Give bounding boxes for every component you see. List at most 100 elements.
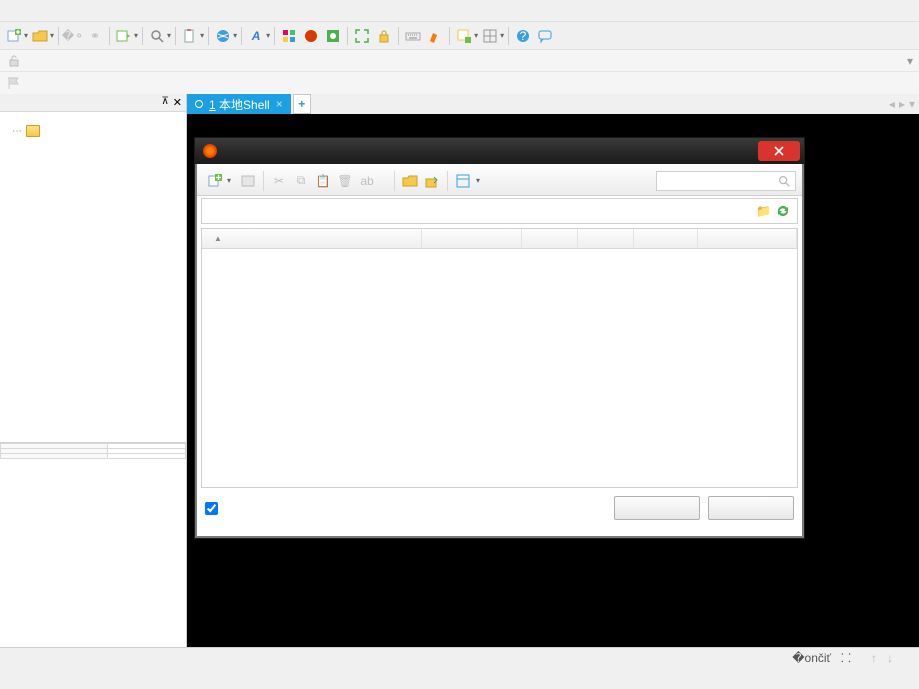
session-manager-panel: ⊼ ✕ ⋯: [0, 94, 187, 647]
panel-header: ⊼ ✕: [0, 94, 186, 112]
status-size: �ončiť: [792, 651, 831, 665]
app-icon: [203, 144, 217, 158]
layout-icon[interactable]: [480, 26, 500, 46]
sessions-dialog: ▾ ✂ ⧉ 📋 🗑 ab ▾ 📁 ▲: [194, 137, 805, 539]
new-button[interactable]: ▾: [203, 171, 235, 191]
tab-local-shell[interactable]: 1 本地Shell ×: [187, 94, 291, 114]
dialog-footer: [195, 488, 804, 528]
tip-bar: [0, 72, 919, 94]
menu-help[interactable]: [100, 9, 116, 13]
close-button[interactable]: [708, 496, 794, 520]
tree-expand-icon[interactable]: ⋯: [12, 126, 22, 137]
col-host[interactable]: [422, 229, 522, 248]
prop-row: [1, 454, 186, 459]
chat-icon[interactable]: [535, 26, 555, 46]
menu-tools[interactable]: [52, 9, 68, 13]
copy-icon: ⧉: [292, 172, 310, 190]
flag-icon: [6, 75, 22, 91]
tab-strip: 1 本地Shell × + ◂ ▸ ▾: [187, 94, 919, 114]
link2-icon[interactable]: ⚭: [85, 26, 105, 46]
dialog-toolbar: ▾ ✂ ⧉ 📋 🗑 ab ▾: [197, 166, 802, 196]
add-pane-icon[interactable]: [454, 26, 474, 46]
palette-icon[interactable]: [279, 26, 299, 46]
rename-icon: ab: [358, 172, 376, 190]
globe-icon[interactable]: [213, 26, 233, 46]
menu-window[interactable]: [84, 9, 100, 13]
tab-prev-icon[interactable]: ◂: [889, 97, 895, 111]
dropdown-icon[interactable]: ▾: [474, 31, 478, 40]
prop-val: [108, 454, 186, 459]
dialog-search-input[interactable]: [656, 171, 796, 191]
dialog-path-bar[interactable]: 📁: [201, 198, 798, 224]
refresh-icon[interactable]: [775, 203, 791, 219]
open-icon[interactable]: [30, 26, 50, 46]
col-name[interactable]: ▲: [202, 229, 422, 248]
keyboard-icon[interactable]: [403, 26, 423, 46]
menu-view[interactable]: [36, 9, 52, 13]
menu-edit[interactable]: [20, 9, 36, 13]
col-protocol[interactable]: [578, 229, 634, 248]
close-icon[interactable]: ✕: [173, 96, 182, 109]
show-on-start-checkbox[interactable]: [205, 502, 222, 515]
paste-icon[interactable]: [180, 26, 200, 46]
dropdown-icon[interactable]: ▾: [134, 31, 138, 40]
lock-icon[interactable]: [374, 26, 394, 46]
down-arrow-icon[interactable]: ↓: [887, 651, 893, 665]
menu-bar: [0, 0, 919, 22]
menu-tabs[interactable]: [68, 9, 84, 13]
status-pos: ⸬: [841, 649, 851, 666]
session-tree[interactable]: ⋯: [0, 112, 186, 442]
view-mode-icon[interactable]: [454, 172, 472, 190]
font-icon[interactable]: A: [246, 26, 266, 46]
address-bar[interactable]: ▾: [0, 50, 919, 72]
tab-list-icon[interactable]: ▾: [909, 97, 915, 111]
tree-root-item[interactable]: ⋯: [4, 124, 182, 138]
swirl-icon[interactable]: [301, 26, 321, 46]
dropdown-icon[interactable]: ▾: [266, 31, 270, 40]
folder-gray2-icon[interactable]: 📁: [756, 204, 771, 218]
search-icon: [777, 174, 791, 188]
lock-open-icon: [6, 53, 22, 69]
dropdown-icon[interactable]: ▾: [167, 31, 171, 40]
tab-label: 1 本地Shell: [209, 96, 270, 113]
dropdown-icon[interactable]: ▾: [50, 31, 54, 40]
dropdown-icon[interactable]: ▾: [233, 31, 237, 40]
checkbox-input[interactable]: [205, 502, 218, 515]
pin-icon[interactable]: ⊼: [161, 96, 168, 109]
tab-next-icon[interactable]: ▸: [899, 97, 905, 111]
connect-button[interactable]: [614, 496, 700, 520]
reconnect-icon[interactable]: [114, 26, 134, 46]
dropdown-icon[interactable]: ▾: [200, 31, 204, 40]
dropdown-icon[interactable]: ▾: [24, 31, 28, 40]
col-user[interactable]: [634, 229, 698, 248]
prop-key: [1, 454, 108, 459]
menu-file[interactable]: [4, 9, 20, 13]
dialog-titlebar[interactable]: [195, 138, 804, 164]
new-session-icon[interactable]: [4, 26, 24, 46]
column-headers: ▲: [202, 229, 797, 249]
up-arrow-icon[interactable]: ↑: [871, 651, 877, 665]
green-box-icon[interactable]: [323, 26, 343, 46]
folder-open-icon[interactable]: [401, 172, 419, 190]
cut-icon: ✂: [270, 172, 288, 190]
folder-gray-icon[interactable]: [239, 172, 257, 190]
col-port[interactable]: [522, 229, 578, 248]
col-desc[interactable]: [698, 229, 797, 248]
tab-close-icon[interactable]: ×: [276, 97, 283, 111]
dropdown-icon[interactable]: ▾: [907, 54, 913, 68]
status-dot-icon: [195, 100, 203, 108]
status-bar: �ončiť ⸬ ↑ ↓: [0, 647, 919, 667]
export-icon[interactable]: [423, 172, 441, 190]
search-icon[interactable]: [147, 26, 167, 46]
properties-button: [380, 179, 388, 183]
fullscreen-icon[interactable]: [352, 26, 372, 46]
highlight-icon[interactable]: [425, 26, 445, 46]
session-list[interactable]: ▲: [201, 228, 798, 488]
help-icon[interactable]: ?: [513, 26, 533, 46]
dropdown-icon[interactable]: ▾: [500, 31, 504, 40]
properties-grid: [0, 442, 186, 459]
svg-text:?: ?: [520, 29, 527, 43]
link-icon[interactable]: �⚬: [63, 26, 83, 46]
dialog-close-button[interactable]: [758, 141, 800, 161]
new-tab-button[interactable]: +: [293, 94, 311, 114]
